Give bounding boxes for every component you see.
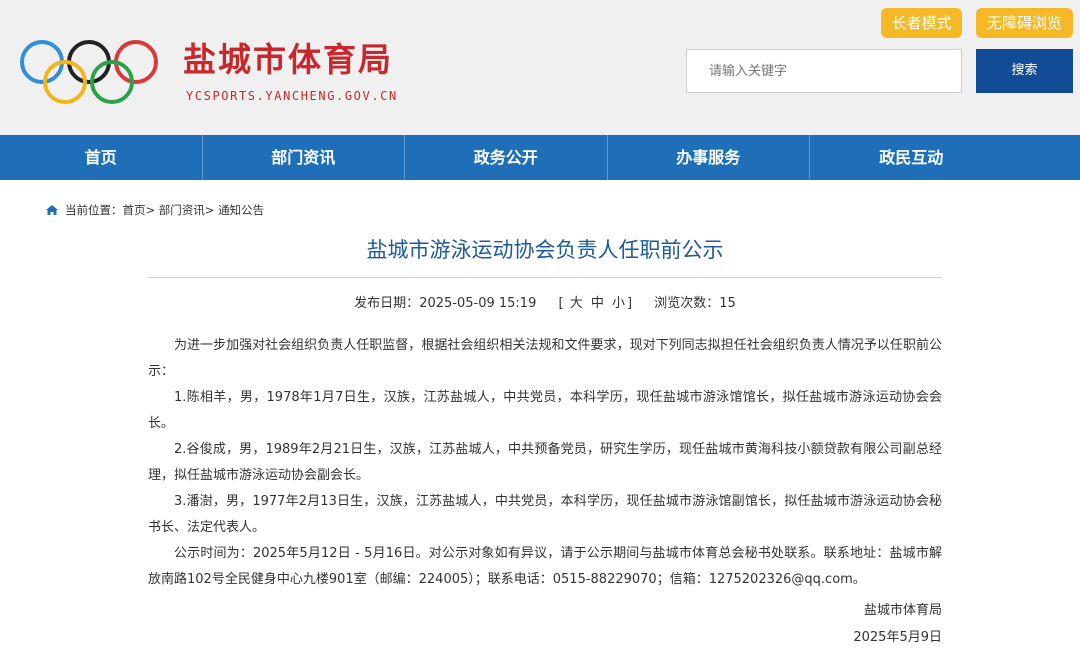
paragraph-item-1: 1.陈相羊，男，1978年1月7日生，汉族，江苏盐城人，中共党员，本科学历，现任… <box>148 390 942 431</box>
title-divider <box>148 277 942 278</box>
site-subtitle: YCSPORTS.YANCHENG.GOV.CN <box>186 89 398 103</box>
size-bracket-open: [ <box>558 296 564 311</box>
elder-mode-button[interactable]: 长者模式 <box>881 8 962 38</box>
publish-info: 发布日期：2025-05-09 15:19 <box>354 296 536 311</box>
nav-item-government-affairs[interactable]: 政务公开 <box>405 135 608 180</box>
breadcrumb-prefix: 当前位置： <box>65 203 123 217</box>
paragraph-item-3: 3.潘澍，男，1977年2月13日生，汉族，江苏盐城人，中共党员，本科学历，现任… <box>148 494 942 535</box>
nav-item-home[interactable]: 首页 <box>0 135 203 180</box>
site-header: 盐城市体育局 YCSPORTS.YANCHENG.GOV.CN 长者模式 无障碍… <box>0 0 1080 135</box>
font-size-controls: [ 大 中 小] <box>558 296 632 311</box>
paragraph-intro: 为进一步加强对社会组织负责人任职监督，根据社会组织相关法规和文件要求，现对下列同… <box>148 338 942 379</box>
main-nav: 首页 部门资讯 政务公开 办事服务 政民互动 <box>0 135 1080 180</box>
search-input[interactable] <box>686 49 962 93</box>
search-button[interactable]: 搜索 <box>976 49 1073 93</box>
font-size-small-link[interactable]: 小 <box>612 296 625 311</box>
site-title[interactable]: 盐城市体育局 <box>183 40 393 80</box>
size-bracket-close: ] <box>627 296 633 311</box>
breadcrumb: 当前位置： 首页 > 部门资讯 > 通知公告 <box>45 202 264 218</box>
breadcrumb-home[interactable]: 首页 <box>123 202 146 218</box>
breadcrumb-separator: > <box>204 203 215 217</box>
nav-item-department-news[interactable]: 部门资讯 <box>203 135 405 180</box>
article-body: 为进一步加强对社会组织负责人任职监督，根据社会组织相关法规和文件要求，现对下列同… <box>148 333 942 651</box>
olympic-rings-logo[interactable] <box>18 38 160 106</box>
breadcrumb-separator: > <box>145 203 156 217</box>
views-label: 浏览次数： <box>654 296 720 311</box>
accessibility-button[interactable]: 无障碍浏览 <box>976 8 1073 38</box>
view-count: 浏览次数：15 <box>654 296 736 311</box>
signature: 盐城市体育局 2025年5月9日 <box>148 597 942 651</box>
article-meta: 发布日期：2025-05-09 15:19 [ 大 中 小] 浏览次数：15 <box>148 292 942 311</box>
home-icon <box>46 205 58 215</box>
article-title: 盐城市游泳运动协会负责人任职前公示 <box>366 238 724 262</box>
breadcrumb-notices[interactable]: 通知公告 <box>218 202 264 218</box>
breadcrumb-department-news[interactable]: 部门资讯 <box>159 202 205 218</box>
views-value: 15 <box>719 296 736 311</box>
publish-date: 2025-05-09 15:19 <box>419 296 537 311</box>
paragraph-notice-period: 公示时间为：2025年5月12日 - 5月16日。对公示对象如有异议，请于公示期… <box>148 546 942 587</box>
font-size-medium-link[interactable]: 中 <box>591 296 604 311</box>
publish-label: 发布日期： <box>354 296 420 311</box>
nav-item-interaction[interactable]: 政民互动 <box>810 135 1013 180</box>
signature-org: 盐城市体育局 <box>863 603 942 618</box>
signature-date: 2025年5月9日 <box>853 630 942 645</box>
font-size-large-link[interactable]: 大 <box>570 296 583 311</box>
nav-item-services[interactable]: 办事服务 <box>608 135 810 180</box>
paragraph-item-2: 2.谷俊成，男，1989年2月21日生，汉族，江苏盐城人，中共预备党员，研究生学… <box>148 442 942 483</box>
